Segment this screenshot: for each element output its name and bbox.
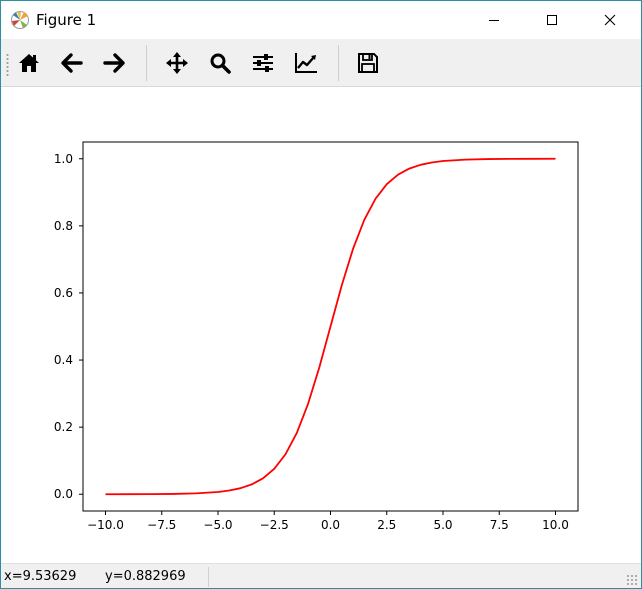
move-icon xyxy=(165,51,189,75)
y-tick-label: 0.4 xyxy=(54,353,73,367)
sliders-icon xyxy=(251,51,275,75)
x-tick-label: 5.0 xyxy=(433,518,452,532)
cursor-x-readout: x=9.53629 xyxy=(4,569,77,584)
back-button[interactable] xyxy=(56,47,88,79)
x-tick-label: −10.0 xyxy=(87,518,124,532)
close-button[interactable] xyxy=(587,1,633,39)
y-tick-label: 0.2 xyxy=(54,420,73,434)
y-tick-label: 0.8 xyxy=(54,219,73,233)
home-icon xyxy=(17,51,41,75)
floppy-disk-icon xyxy=(356,51,380,75)
x-tick-label: 0.0 xyxy=(321,518,340,532)
cursor-y-readout: y=0.882969 xyxy=(105,569,186,584)
x-tick-label: 2.5 xyxy=(377,518,396,532)
window-title: Figure 1 xyxy=(36,11,97,29)
x-tick-label: 10.0 xyxy=(542,518,569,532)
navigation-toolbar xyxy=(1,39,641,87)
configure-subplots-button[interactable] xyxy=(247,47,279,79)
magnifier-icon xyxy=(208,51,232,75)
x-tick-label: 7.5 xyxy=(490,518,509,532)
maximize-button[interactable] xyxy=(529,1,575,39)
status-separator xyxy=(208,567,209,587)
x-tick-label: −2.5 xyxy=(260,518,289,532)
toolbar-grip[interactable] xyxy=(6,53,9,77)
minimize-icon xyxy=(488,14,500,26)
home-button[interactable] xyxy=(13,47,45,79)
y-tick-label: 0.6 xyxy=(54,286,73,300)
minimize-button[interactable] xyxy=(471,1,517,39)
close-icon xyxy=(604,14,616,26)
arrow-left-icon xyxy=(60,51,84,75)
y-tick-label: 0.0 xyxy=(54,487,73,501)
series-line-0 xyxy=(105,157,556,496)
toolbar-separator xyxy=(146,45,147,81)
pan-button[interactable] xyxy=(161,47,193,79)
y-tick-label: 1.0 xyxy=(54,152,73,166)
x-tick-label: −7.5 xyxy=(147,518,176,532)
arrow-right-icon xyxy=(102,51,126,75)
title-bar[interactable]: Figure 1 xyxy=(1,1,641,39)
edit-axis-button[interactable] xyxy=(290,47,322,79)
forward-button[interactable] xyxy=(98,47,130,79)
figure-canvas[interactable]: −10.0 −7.5 −5.0 −2.5 0.0 2.5 5.0 7.5 10.0 0.0 0.2 0… xyxy=(1,88,641,563)
resize-grip[interactable] xyxy=(626,574,638,586)
zoom-button[interactable] xyxy=(204,47,236,79)
maximize-icon xyxy=(546,14,558,26)
status-bar: x=9.53629 y=0.882969 xyxy=(1,563,641,588)
x-tick-label: −5.0 xyxy=(203,518,232,532)
save-button[interactable] xyxy=(352,47,384,79)
line-chart-icon xyxy=(293,51,319,75)
figure-window: Figure 1 −10.0 −7.5 −5.0 −2.5 0.0 2.5 5.… xyxy=(0,0,642,589)
plot-area[interactable]: −10.0 −7.5 −5.0 −2.5 0.0 2.5 5.0 7.5 10.0 0.0 0.2 0… xyxy=(1,88,641,563)
matplotlib-logo-icon xyxy=(10,10,30,30)
toolbar-separator xyxy=(338,45,339,81)
